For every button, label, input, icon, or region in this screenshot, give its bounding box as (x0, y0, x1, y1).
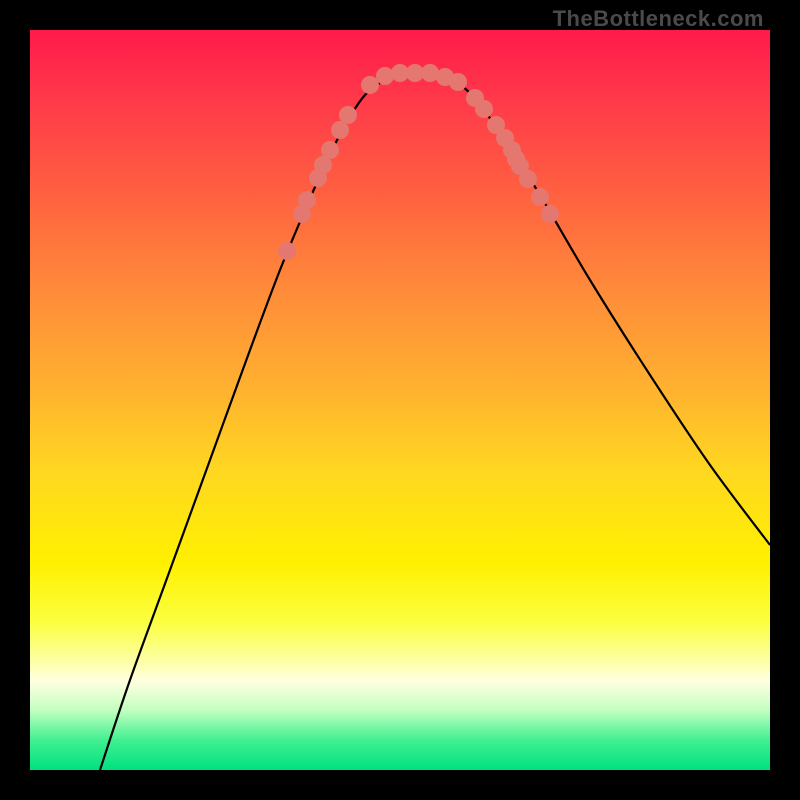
watermark-text: TheBottleneck.com (553, 6, 764, 32)
data-marker (541, 205, 559, 223)
data-marker (321, 141, 339, 159)
bottleneck-curve (100, 74, 770, 770)
data-marker (298, 191, 316, 209)
data-marker (531, 188, 549, 206)
chart-svg (30, 30, 770, 770)
data-marker (376, 67, 394, 85)
data-marker (449, 73, 467, 91)
data-marker (361, 76, 379, 94)
chart-frame: TheBottleneck.com (0, 0, 800, 800)
plot-area (30, 30, 770, 770)
data-marker (519, 170, 537, 188)
data-marker (278, 242, 296, 260)
data-marker (339, 106, 357, 124)
data-marker (475, 100, 493, 118)
markers-group (278, 64, 559, 260)
